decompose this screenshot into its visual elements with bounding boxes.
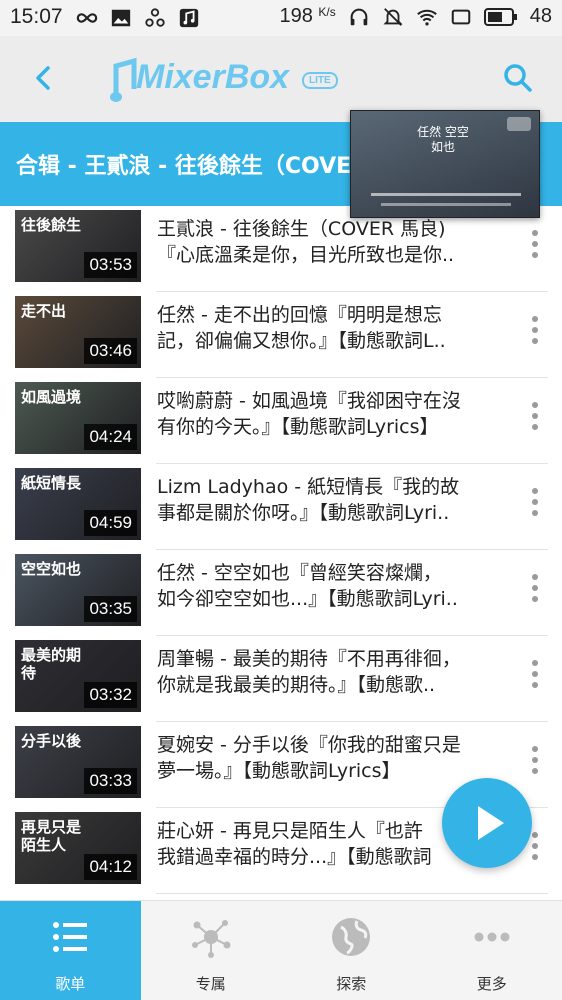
infinity-icon xyxy=(76,13,98,23)
more-options-icon[interactable] xyxy=(530,228,540,260)
song-title-line2: 事都是關於你呀。』【動態歌詞Lyri.. xyxy=(157,502,450,524)
wifi-icon xyxy=(416,9,437,26)
song-thumbnail: 空空如也 03:35 xyxy=(15,554,141,626)
song-title: 周筆暢 - 最美的期待『不用再徘徊， 你就是我最美的期待。』【動態歌.. xyxy=(157,646,509,698)
song-title: 任然 - 走不出的回憶『明明是想忘 記，卻偏偏又想你。』【動態歌詞L.. xyxy=(157,302,509,354)
song-thumbnail: 走不出 03:46 xyxy=(15,296,141,368)
thumbnail-title: 紙短情長 xyxy=(21,474,82,492)
play-fab-button[interactable] xyxy=(442,778,532,868)
image-icon xyxy=(111,9,131,27)
song-title-line2: 『心底溫柔是你，目光所致也是你.. xyxy=(157,244,455,266)
song-title-line1: Lizm Ladyhao - 紙短情長『我的故 xyxy=(157,476,460,498)
nav-label-more: 更多 xyxy=(476,975,507,993)
row-divider xyxy=(156,893,548,894)
battery-icon xyxy=(483,7,517,26)
nav-tab-playlists[interactable]: 歌单 xyxy=(0,901,141,1000)
song-title-line2: 你就是我最美的期待。』【動態歌.. xyxy=(157,674,436,696)
nav-label-explore: 探索 xyxy=(336,975,367,993)
song-thumbnail: 分手以後 03:33 xyxy=(15,726,141,798)
song-title-line1: 周筆暢 - 最美的期待『不用再徘徊， xyxy=(157,648,461,670)
battery-level: 48 xyxy=(529,5,552,27)
thumbnail-title: 分手以後 xyxy=(21,732,82,750)
globe-icon xyxy=(332,918,371,956)
song-title: 任然 - 空空如也『曾經笑容燦爛， 如今卻空空如也...』【動態歌詞Lyri.. xyxy=(157,560,509,612)
status-time: 15:07 xyxy=(10,5,63,28)
network-icon xyxy=(191,920,231,958)
song-title: 王貳浪 - 往後餘生（COVER 馬良) 『心底溫柔是你，目光所致也是你.. xyxy=(157,216,509,268)
net-speed: 198 K/s xyxy=(279,5,336,27)
song-title: Lizm Ladyhao - 紙短情長『我的故 事都是關於你呀。』【動態歌詞Lyr… xyxy=(157,474,509,526)
screen-icon xyxy=(451,9,471,24)
song-title-line2: 有你的今天。』【動態歌詞Lyrics】 xyxy=(157,416,439,438)
mini-player-text: 任然 空空如也 xyxy=(417,125,469,154)
song-title-line1: 任然 - 空空如也『曾經笑容燦爛， xyxy=(157,562,442,584)
logo-text: MixerBox xyxy=(136,58,290,96)
thumbnail-title: 空空如也 xyxy=(21,560,82,578)
song-duration: 03:46 xyxy=(84,338,137,364)
mini-player-badge-icon xyxy=(507,117,531,131)
song-thumbnail: 最美的期待 03:32 xyxy=(15,640,141,712)
song-title-line1: 任然 - 走不出的回憶『明明是想忘 xyxy=(157,304,442,326)
song-title-line1: 哎喲蔚蔚 - 如風過境『我卻困守在沒 xyxy=(157,390,461,412)
music-app-icon xyxy=(179,8,199,28)
more-options-icon[interactable] xyxy=(530,314,540,346)
song-duration: 03:35 xyxy=(84,596,137,622)
more-options-icon[interactable] xyxy=(530,486,540,518)
song-title-line1: 夏婉安 - 分手以後『你我的甜蜜只是 xyxy=(157,734,461,756)
song-duration: 03:32 xyxy=(84,682,137,708)
song-duration: 04:12 xyxy=(84,854,137,880)
mini-player-caption xyxy=(371,193,521,196)
mini-video-player[interactable]: 任然 空空如也 xyxy=(350,110,540,218)
song-row[interactable]: 最美的期待 03:32 周筆暢 - 最美的期待『不用再徘徊， 你就是我最美的期待。』【… xyxy=(0,636,562,722)
logo-badge: LITE xyxy=(302,72,338,89)
back-arrow-icon[interactable] xyxy=(26,60,62,96)
song-row[interactable]: 如風過境 04:24 哎喲蔚蔚 - 如風過境『我卻困守在沒 有你的今天。』【動態歌詞L… xyxy=(0,378,562,464)
song-row[interactable]: 往後餘生 03:53 王貳浪 - 往後餘生（COVER 馬良) 『心底溫柔是你，目光所… xyxy=(0,206,562,292)
song-duration: 04:59 xyxy=(84,510,137,536)
status-left-icons xyxy=(76,7,200,29)
status-right: 198 K/s 48 xyxy=(279,5,552,28)
song-thumbnail: 紙短情長 04:59 xyxy=(15,468,141,540)
song-row[interactable]: 紙短情長 04:59 Lizm Ladyhao - 紙短情長『我的故 事都是關於你呀。… xyxy=(0,464,562,550)
more-options-icon[interactable] xyxy=(530,400,540,432)
song-thumbnail: 再見只是陌生人 04:12 xyxy=(15,812,141,884)
nav-tab-more[interactable]: 更多 xyxy=(422,901,562,1000)
song-row[interactable]: 空空如也 03:35 任然 - 空空如也『曾經笑容燦爛， 如今卻空空如也...』【動態… xyxy=(0,550,562,636)
more-options-icon[interactable] xyxy=(530,744,540,776)
song-title-line1: 王貳浪 - 往後餘生（COVER 馬良) xyxy=(157,218,446,240)
song-title-line2: 如今卻空空如也...』【動態歌詞Lyri.. xyxy=(157,588,458,610)
song-thumbnail: 如風過境 04:24 xyxy=(15,382,141,454)
mute-icon xyxy=(383,7,403,26)
more-options-icon[interactable] xyxy=(530,572,540,604)
bottom-nav: 歌单 专属 探索 更多 xyxy=(0,900,562,1000)
song-title-line2: 記，卻偏偏又想你。』【動態歌詞L.. xyxy=(157,330,446,352)
nav-label-exclusive: 专属 xyxy=(195,975,226,993)
song-title: 哎喲蔚蔚 - 如風過境『我卻困守在沒 有你的今天。』【動態歌詞Lyrics】 xyxy=(157,388,509,440)
song-duration: 03:33 xyxy=(84,768,137,794)
thumbnail-title: 往後餘生 xyxy=(21,216,82,234)
headphones-icon xyxy=(350,8,368,25)
list-icon xyxy=(53,922,88,952)
song-duration: 04:24 xyxy=(84,424,137,450)
song-duration: 03:53 xyxy=(84,252,137,278)
share-icon xyxy=(145,8,165,27)
nav-tab-explore[interactable]: 探索 xyxy=(281,901,422,1000)
search-icon[interactable] xyxy=(500,60,536,96)
play-icon xyxy=(478,806,504,840)
song-thumbnail: 往後餘生 03:53 xyxy=(15,210,141,282)
song-title: 夏婉安 - 分手以後『你我的甜蜜只是 夢一場。』【動態歌詞Lyrics】 xyxy=(157,732,509,784)
nav-label-playlists: 歌单 xyxy=(55,975,86,993)
more-dots-icon xyxy=(474,932,510,942)
thumbnail-title: 最美的期待 xyxy=(21,646,82,682)
thumbnail-title: 再見只是陌生人 xyxy=(21,818,82,854)
nav-tab-exclusive[interactable]: 专属 xyxy=(141,901,282,1000)
thumbnail-title: 走不出 xyxy=(21,302,67,320)
mixerbox-logo: MixerBox LITE xyxy=(110,52,350,108)
status-bar: 15:07 198 K/s 48 xyxy=(0,0,562,36)
more-options-icon[interactable] xyxy=(530,658,540,690)
thumbnail-title: 如風過境 xyxy=(21,388,82,406)
song-row[interactable]: 走不出 03:46 任然 - 走不出的回憶『明明是想忘 記，卻偏偏又想你。』【動態歌詞… xyxy=(0,292,562,378)
